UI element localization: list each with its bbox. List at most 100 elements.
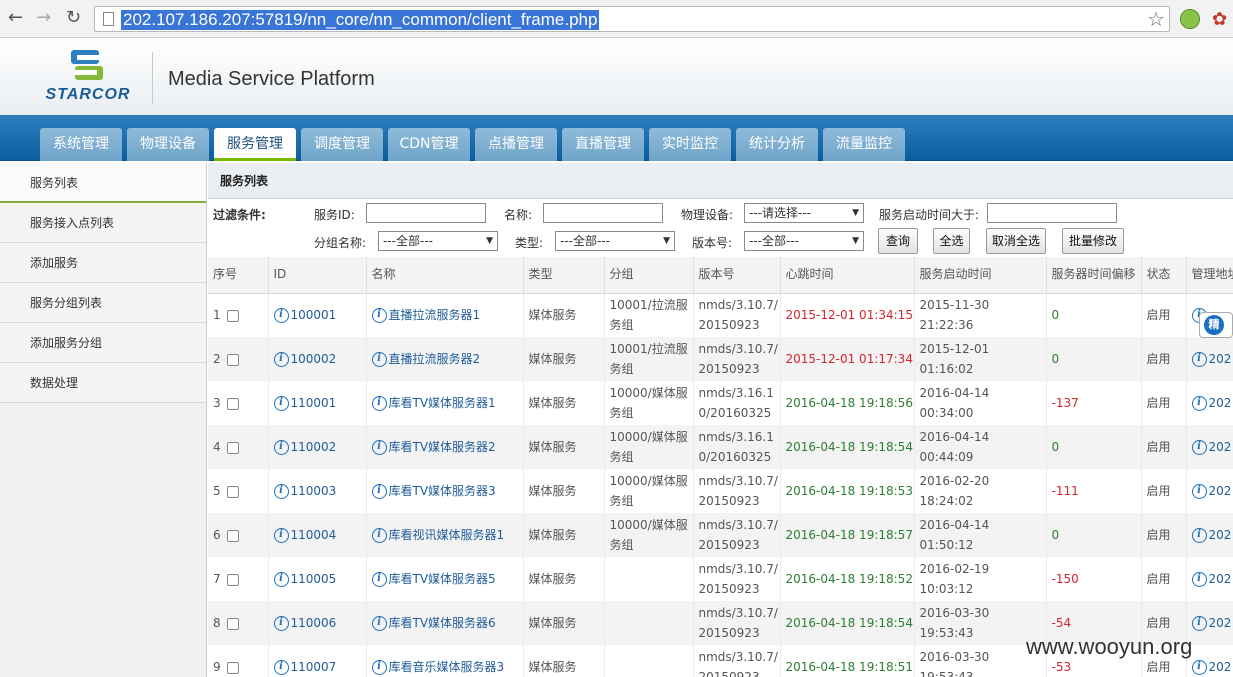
tab-cdn[interactable]: CDN管理 xyxy=(388,128,470,161)
manage-addr-link[interactable]: 202 xyxy=(1209,660,1232,674)
info-icon[interactable]: i xyxy=(273,352,289,367)
info-icon[interactable]: i xyxy=(273,616,289,631)
row-checkbox[interactable] xyxy=(226,529,239,542)
info-icon[interactable]: i xyxy=(1191,484,1207,499)
sidebar-item-add-service[interactable]: 添加服务 xyxy=(0,243,206,283)
manage-addr-link[interactable]: 202 xyxy=(1209,484,1232,498)
manage-addr-link[interactable]: 202 xyxy=(1209,572,1232,586)
tab-live[interactable]: 直播管理 xyxy=(562,128,644,161)
group-select[interactable]: ---全部--- ▼ xyxy=(378,231,498,251)
tab-services[interactable]: 服务管理 xyxy=(214,128,296,161)
manage-addr-link[interactable]: 202 xyxy=(1209,440,1232,454)
batch-edit-button[interactable]: 批量修改 xyxy=(1062,228,1124,254)
row-checkbox[interactable] xyxy=(226,661,239,674)
cell-name: i 直播拉流服务器1 xyxy=(366,293,524,337)
info-icon[interactable]: i xyxy=(273,396,289,411)
service-name-link[interactable]: 库看TV媒体服务器1 xyxy=(389,396,496,410)
extension-icon-2[interactable]: ✿ xyxy=(1212,9,1227,30)
info-icon[interactable]: i xyxy=(1191,352,1207,367)
service-name-link[interactable]: 直播拉流服务器1 xyxy=(389,308,481,322)
info-icon[interactable]: i xyxy=(273,440,289,455)
start-time-input[interactable] xyxy=(987,203,1117,223)
cell-id: i 110007 xyxy=(268,645,367,677)
info-icon[interactable]: i xyxy=(371,528,387,543)
service-id-input[interactable] xyxy=(366,203,486,223)
forward-arrow-icon[interactable]: → xyxy=(36,8,51,28)
info-icon[interactable]: i xyxy=(273,572,289,587)
manage-addr-link[interactable]: 202 xyxy=(1209,528,1232,542)
extension-icon[interactable] xyxy=(1180,9,1200,29)
row-checkbox[interactable] xyxy=(226,485,239,498)
tab-traffic[interactable]: 流量监控 xyxy=(823,128,905,161)
floating-widget[interactable]: 精 xyxy=(1199,312,1233,338)
row-checkbox[interactable] xyxy=(226,309,239,322)
info-icon[interactable]: i xyxy=(1191,440,1207,455)
info-icon[interactable]: i xyxy=(1191,528,1207,543)
service-id-link[interactable]: 110007 xyxy=(291,660,337,674)
service-id-link[interactable]: 110006 xyxy=(291,616,337,630)
row-checkbox[interactable] xyxy=(226,397,239,410)
sidebar-item-service-list[interactable]: 服务列表 xyxy=(0,163,206,203)
version-select[interactable]: ---全部--- ▼ xyxy=(744,231,864,251)
query-button[interactable]: 查询 xyxy=(878,228,918,254)
info-icon[interactable]: i xyxy=(1191,660,1207,675)
col-header-name: 名称 xyxy=(366,257,524,294)
info-icon[interactable]: i xyxy=(1191,396,1207,411)
info-icon[interactable]: i xyxy=(371,660,387,675)
info-icon[interactable]: i xyxy=(371,440,387,455)
manage-addr-link[interactable]: 202 xyxy=(1209,396,1232,410)
bookmark-star-icon[interactable]: ☆ xyxy=(1147,7,1165,31)
service-id-link[interactable]: 110004 xyxy=(291,528,337,542)
tab-monitor[interactable]: 实时监控 xyxy=(649,128,731,161)
service-id-link[interactable]: 110005 xyxy=(291,572,337,586)
service-name-link[interactable]: 库看视讯媒体服务器1 xyxy=(389,528,505,542)
sidebar-item-group-list[interactable]: 服务分组列表 xyxy=(0,283,206,323)
info-icon[interactable]: i xyxy=(371,484,387,499)
url-text[interactable]: 202.107.186.207:57819/nn_core/nn_common/… xyxy=(121,10,600,30)
address-bar[interactable]: 202.107.186.207:57819/nn_core/nn_common/… xyxy=(94,6,1170,32)
info-icon[interactable]: i xyxy=(371,352,387,367)
sidebar-item-access-points[interactable]: 服务接入点列表 xyxy=(0,203,206,243)
info-icon[interactable]: i xyxy=(1191,616,1207,631)
service-name-link[interactable]: 库看TV媒体服务器3 xyxy=(389,484,496,498)
service-id-link[interactable]: 110002 xyxy=(291,440,337,454)
row-checkbox[interactable] xyxy=(226,573,239,586)
device-select[interactable]: ---请选择--- ▼ xyxy=(744,203,864,223)
tab-devices[interactable]: 物理设备 xyxy=(127,128,209,161)
tab-stats[interactable]: 统计分析 xyxy=(736,128,818,161)
sidebar-item-add-group[interactable]: 添加服务分组 xyxy=(0,323,206,363)
tab-system[interactable]: 系统管理 xyxy=(40,128,122,161)
info-icon[interactable]: i xyxy=(273,484,289,499)
info-icon[interactable]: i xyxy=(371,308,387,324)
service-name-link[interactable]: 直播拉流服务器2 xyxy=(389,352,481,366)
info-icon[interactable]: i xyxy=(273,308,289,324)
info-icon[interactable]: i xyxy=(371,572,387,587)
row-checkbox[interactable] xyxy=(226,441,239,454)
sidebar-item-data-processing[interactable]: 数据处理 xyxy=(0,363,206,403)
tab-scheduling[interactable]: 调度管理 xyxy=(301,128,383,161)
service-id-link[interactable]: 100001 xyxy=(291,308,337,322)
info-icon[interactable]: i xyxy=(371,396,387,411)
service-name-link[interactable]: 库看TV媒体服务器6 xyxy=(389,616,496,630)
manage-addr-link[interactable]: 202 xyxy=(1209,352,1232,366)
row-checkbox[interactable] xyxy=(226,617,239,630)
reload-icon[interactable]: ↻ xyxy=(66,8,81,28)
tab-vod[interactable]: 点播管理 xyxy=(475,128,557,161)
service-id-link[interactable]: 110003 xyxy=(291,484,337,498)
service-name-link[interactable]: 库看TV媒体服务器2 xyxy=(389,440,496,454)
info-icon[interactable]: i xyxy=(371,616,387,631)
manage-addr-link[interactable]: 202 xyxy=(1209,616,1232,630)
info-icon[interactable]: i xyxy=(273,660,289,675)
name-input[interactable] xyxy=(543,203,663,223)
info-icon[interactable]: i xyxy=(1191,572,1207,587)
deselect-all-button[interactable]: 取消全选 xyxy=(986,228,1046,254)
service-id-link[interactable]: 110001 xyxy=(291,396,337,410)
service-name-link[interactable]: 库看TV媒体服务器5 xyxy=(389,572,496,586)
service-name-link[interactable]: 库看音乐媒体服务器3 xyxy=(389,660,505,674)
back-arrow-icon[interactable]: ← xyxy=(8,8,23,28)
select-all-button[interactable]: 全选 xyxy=(933,228,970,254)
info-icon[interactable]: i xyxy=(273,528,289,543)
type-select[interactable]: ---全部--- ▼ xyxy=(555,231,675,251)
service-id-link[interactable]: 100002 xyxy=(291,352,337,366)
row-checkbox[interactable] xyxy=(226,353,239,366)
